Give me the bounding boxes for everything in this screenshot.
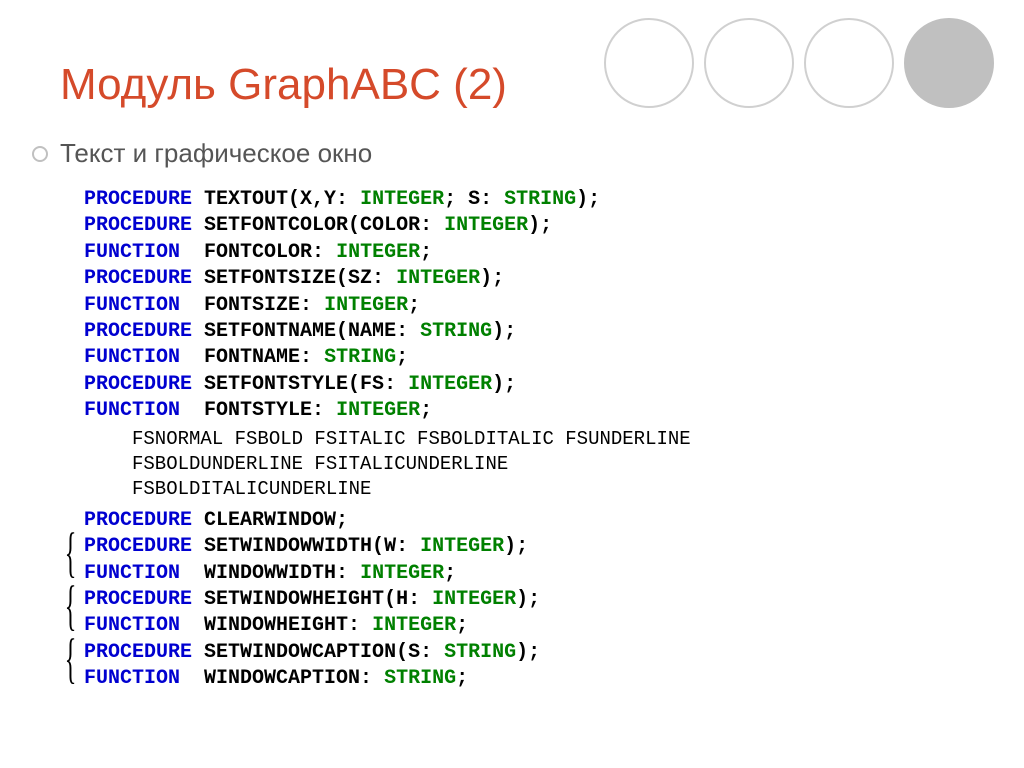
code-text: ); — [492, 320, 516, 343]
code-text: SETFONTSIZE(SZ: — [192, 267, 396, 290]
brace-icon: { — [65, 631, 77, 686]
brace-icon: { — [65, 578, 77, 633]
keyword: PROCEDURE — [84, 188, 192, 211]
code-text: SETWINDOWHEIGHT(H: — [192, 588, 432, 611]
type: INTEGER — [420, 535, 504, 558]
keyword: FUNCTION — [84, 241, 192, 264]
type: INTEGER — [432, 588, 516, 611]
code-text: ; — [456, 614, 468, 637]
type: STRING — [384, 667, 456, 690]
code-text: WINDOWWIDTH: — [192, 562, 360, 585]
keyword: PROCEDURE — [84, 641, 192, 664]
code-text: ; — [408, 294, 420, 317]
bullet-icon — [32, 146, 48, 162]
type: STRING — [324, 346, 396, 369]
keyword: FUNCTION — [84, 667, 192, 690]
code-text: FONTSIZE: — [192, 294, 324, 317]
type: INTEGER — [372, 614, 456, 637]
code-text: ); — [492, 373, 516, 396]
type: INTEGER — [444, 214, 528, 237]
brace-icon: { — [65, 526, 77, 581]
code-text: SETWINDOWWIDTH(W: — [192, 535, 420, 558]
code-text: CLEARWINDOW; — [192, 509, 348, 532]
code-text: ); — [576, 188, 600, 211]
code-text: TEXTOUT(X,Y: — [192, 188, 360, 211]
code-text: FONTNAME: — [192, 346, 324, 369]
keyword: FUNCTION — [84, 614, 192, 637]
keyword: PROCEDURE — [84, 267, 192, 290]
keyword: PROCEDURE — [84, 588, 192, 611]
type: INTEGER — [360, 188, 444, 211]
keyword: FUNCTION — [84, 399, 192, 422]
styles-row: FSNORMAL FSBOLD FSITALIC FSBOLDITALIC FS… — [132, 428, 691, 450]
type: INTEGER — [336, 241, 420, 264]
keyword: PROCEDURE — [84, 320, 192, 343]
keyword: FUNCTION — [84, 294, 192, 317]
code-text: ; — [420, 399, 432, 422]
type: INTEGER — [396, 267, 480, 290]
code-text: WINDOWHEIGHT: — [192, 614, 372, 637]
code-text: SETWINDOWCAPTION(S: — [192, 641, 444, 664]
brace-group-3: { PROCEDURE SETWINDOWCAPTION(S: STRING);… — [84, 640, 974, 693]
brace-group-1: { PROCEDURE SETWINDOWWIDTH(W: INTEGER); … — [84, 534, 974, 587]
code-text: ; — [456, 667, 468, 690]
type: STRING — [504, 188, 576, 211]
circle-filled-icon — [904, 18, 994, 108]
type: STRING — [444, 641, 516, 664]
type: INTEGER — [360, 562, 444, 585]
circle-icon — [804, 18, 894, 108]
keyword: PROCEDURE — [84, 509, 192, 532]
slide-subtitle: Текст и графическое окно — [60, 138, 372, 169]
circle-icon — [704, 18, 794, 108]
font-styles-text: FSNORMAL FSBOLD FSITALIC FSBOLDITALIC FS… — [132, 427, 974, 502]
code-text: ; — [444, 562, 456, 585]
brace-group-2: { PROCEDURE SETWINDOWHEIGHT(H: INTEGER);… — [84, 587, 974, 640]
type: INTEGER — [408, 373, 492, 396]
styles-row: FSBOLDITALICUNDERLINE — [132, 478, 371, 500]
keyword: FUNCTION — [84, 346, 192, 369]
code-text: FONTCOLOR: — [192, 241, 336, 264]
subtitle-row: Текст и графическое окно — [32, 138, 974, 169]
keyword: PROCEDURE — [84, 535, 192, 558]
code-text: ); — [516, 588, 540, 611]
code-text: SETFONTSTYLE(FS: — [192, 373, 408, 396]
type: STRING — [420, 320, 492, 343]
decorative-circles — [604, 18, 994, 108]
type: INTEGER — [324, 294, 408, 317]
keyword: PROCEDURE — [84, 214, 192, 237]
keyword: FUNCTION — [84, 562, 192, 585]
keyword: PROCEDURE — [84, 373, 192, 396]
code-block-1: PROCEDURE TEXTOUT(X,Y: INTEGER; S: STRIN… — [84, 187, 974, 425]
circle-icon — [604, 18, 694, 108]
code-text: SETFONTNAME(NAME: — [192, 320, 420, 343]
code-text: ); — [480, 267, 504, 290]
code-text: ; — [396, 346, 408, 369]
code-text: ; — [420, 241, 432, 264]
code-block-2: PROCEDURE CLEARWINDOW; — [84, 508, 974, 534]
code-text: ); — [504, 535, 528, 558]
code-text: FONTSTYLE: — [192, 399, 336, 422]
type: INTEGER — [336, 399, 420, 422]
styles-row: FSBOLDUNDERLINE FSITALICUNDERLINE — [132, 453, 508, 475]
code-text: WINDOWCAPTION: — [192, 667, 384, 690]
code-text: ); — [516, 641, 540, 664]
code-text: SETFONTCOLOR(COLOR: — [192, 214, 444, 237]
code-text: ; S: — [444, 188, 504, 211]
code-text: ); — [528, 214, 552, 237]
